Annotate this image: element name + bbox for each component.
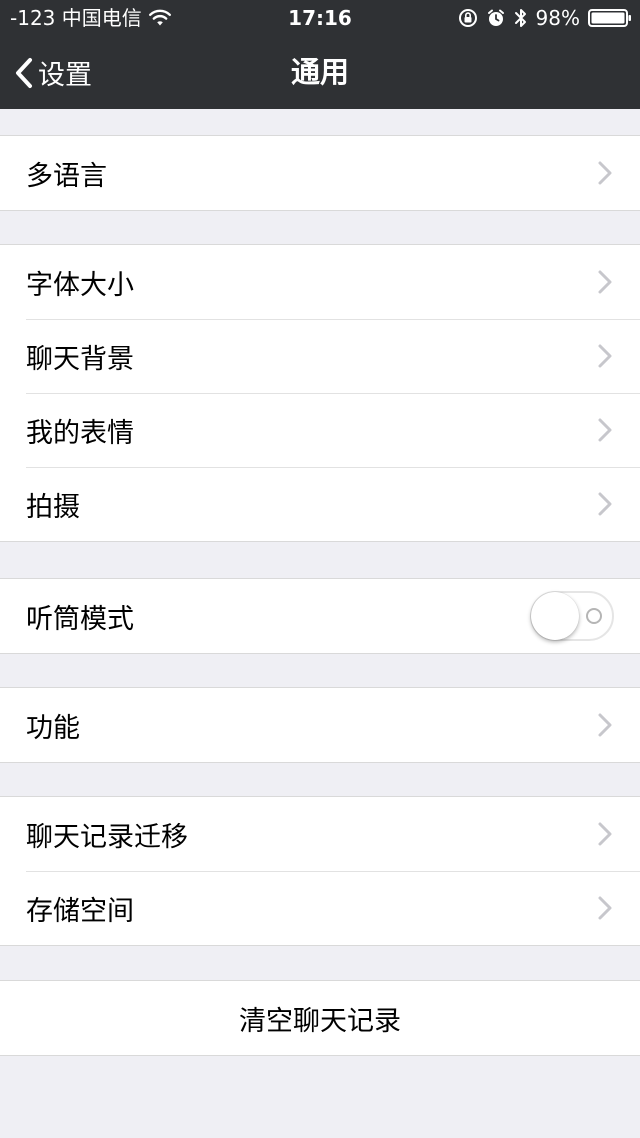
chevron-right-icon: [598, 418, 612, 442]
top-bar: -123 中国电信 17:16 98% 设置 通用: [0, 0, 640, 109]
chevron-right-icon: [598, 270, 612, 294]
settings-row-earpiece-mode: 听筒模式: [0, 579, 640, 653]
settings-row-features[interactable]: 功能: [0, 688, 640, 762]
settings-row-chat-migration[interactable]: 聊天记录迁移: [0, 797, 640, 871]
status-bar: -123 中国电信 17:16 98%: [0, 0, 640, 36]
settings-row-chat-background[interactable]: 聊天背景: [0, 319, 640, 393]
earpiece-group: 听筒模式: [0, 578, 640, 654]
row-label: 多语言: [26, 160, 107, 192]
language-group: 多语言: [0, 135, 640, 211]
settings-row-font-size[interactable]: 字体大小: [0, 245, 640, 319]
chevron-right-icon: [598, 713, 612, 737]
clear-chat-history-button[interactable]: 清空聊天记录: [0, 981, 640, 1055]
row-label: 聊天记录迁移: [26, 821, 188, 853]
row-label: 我的表情: [26, 417, 134, 449]
navigation-bar: 设置 通用: [0, 36, 640, 109]
display-group: 字体大小 聊天背景 我的表情 拍摄: [0, 244, 640, 542]
clear-group: 清空聊天记录: [0, 980, 640, 1056]
general-settings-screen: -123 中国电信 17:16 98% 设置 通用 多语言 字体大小 聊天背景 …: [0, 0, 640, 1138]
bluetooth-icon: [514, 9, 526, 27]
status-right: 98%: [458, 0, 632, 36]
toggle-off-indicator: [586, 608, 602, 624]
toggle-knob: [531, 592, 579, 640]
chevron-right-icon: [598, 822, 612, 846]
settings-row-storage-space[interactable]: 存储空间: [0, 871, 640, 945]
chevron-right-icon: [598, 492, 612, 516]
alarm-icon: [487, 9, 504, 26]
row-label: 功能: [26, 712, 80, 744]
settings-row-my-stickers[interactable]: 我的表情: [0, 393, 640, 467]
row-label: 字体大小: [26, 269, 134, 301]
battery-icon: [588, 9, 631, 27]
row-label: 拍摄: [26, 491, 80, 523]
page-title: 通用: [290, 55, 349, 89]
row-label: 听筒模式: [26, 603, 134, 635]
earpiece-mode-toggle[interactable]: [530, 591, 614, 641]
storage-group: 聊天记录迁移 存储空间: [0, 796, 640, 946]
row-label: 存储空间: [26, 895, 134, 927]
row-label: 聊天背景: [26, 343, 134, 375]
orientation-lock-icon: [458, 9, 477, 27]
features-group: 功能: [0, 687, 640, 763]
row-label: 清空聊天记录: [239, 1005, 401, 1037]
chevron-right-icon: [598, 344, 612, 368]
battery-percentage: 98%: [535, 6, 580, 30]
settings-row-camera[interactable]: 拍摄: [0, 467, 640, 541]
chevron-right-icon: [598, 896, 612, 920]
chevron-right-icon: [598, 161, 612, 185]
settings-row-language[interactable]: 多语言: [0, 136, 640, 210]
